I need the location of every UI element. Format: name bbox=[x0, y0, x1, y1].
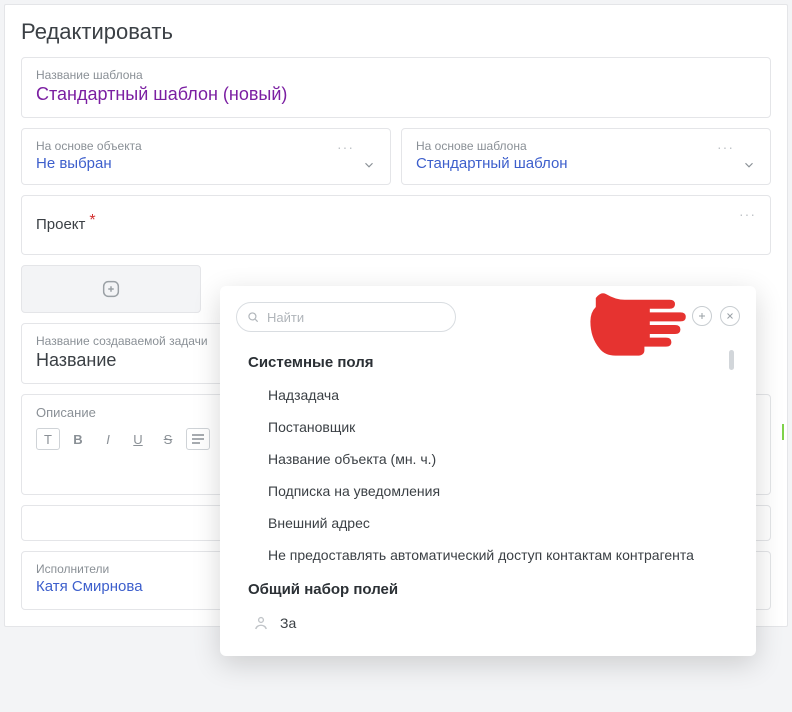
rte-underline-button[interactable]: U bbox=[126, 428, 150, 450]
project-field[interactable]: ··· Проект* bbox=[21, 195, 771, 255]
base-template-field[interactable]: ··· На основе шаблона Стандартный шаблон bbox=[401, 128, 771, 185]
more-icon[interactable]: ··· bbox=[337, 139, 354, 155]
field-option[interactable]: Постановщик bbox=[236, 411, 740, 443]
rte-italic-button[interactable]: I bbox=[96, 428, 120, 450]
field-picker-popover: Системные поля Надзадача Постановщик Наз… bbox=[220, 286, 756, 656]
popover-close-button[interactable] bbox=[720, 306, 740, 326]
more-icon[interactable]: ··· bbox=[739, 206, 756, 222]
group-title-common: Общий набор полей bbox=[248, 581, 740, 598]
field-option[interactable]: Не предоставлять автоматический доступ к… bbox=[236, 539, 740, 571]
rte-bold-button[interactable]: B bbox=[66, 428, 90, 450]
field-option[interactable]: Подписка на уведомления bbox=[236, 475, 740, 507]
field-option[interactable]: Название объекта (мн. ч.) bbox=[236, 443, 740, 475]
field-option-label: За bbox=[280, 615, 296, 631]
base-template-value: Стандартный шаблон bbox=[416, 155, 756, 172]
chevron-down-icon[interactable] bbox=[362, 158, 376, 172]
accent-sliver bbox=[782, 424, 784, 440]
base-object-label: На основе объекта bbox=[36, 139, 376, 153]
more-icon[interactable]: ··· bbox=[717, 139, 734, 155]
popover-scroll[interactable]: Системные поля Надзадача Постановщик Наз… bbox=[236, 344, 740, 654]
field-option[interactable]: Внешний адрес bbox=[236, 507, 740, 539]
chevron-down-icon[interactable] bbox=[742, 158, 756, 172]
project-label: Проект bbox=[36, 216, 85, 233]
scrollbar-thumb[interactable] bbox=[729, 350, 734, 370]
base-object-value: Не выбран bbox=[36, 155, 376, 172]
group-title-system: Системные поля bbox=[248, 354, 740, 371]
person-icon bbox=[252, 614, 270, 632]
search-icon bbox=[246, 310, 260, 324]
field-option[interactable]: Надзадача bbox=[236, 379, 740, 411]
rte-text-button[interactable]: T bbox=[36, 428, 60, 450]
rte-strike-button[interactable]: S bbox=[156, 428, 180, 450]
field-option-user[interactable]: За bbox=[236, 606, 740, 640]
add-field-tile[interactable] bbox=[21, 265, 201, 313]
search-input[interactable] bbox=[236, 302, 456, 332]
rte-align-button[interactable] bbox=[186, 428, 210, 450]
template-name-label: Название шаблона bbox=[36, 68, 756, 82]
base-template-label: На основе шаблона bbox=[416, 139, 756, 153]
template-name-value: Стандартный шаблон (новый) bbox=[36, 84, 756, 105]
base-object-field[interactable]: ··· На основе объекта Не выбран bbox=[21, 128, 391, 185]
page-title: Редактировать bbox=[21, 19, 771, 45]
popover-add-button[interactable] bbox=[692, 306, 712, 326]
template-name-field[interactable]: Название шаблона Стандартный шаблон (нов… bbox=[21, 57, 771, 118]
required-star-icon: * bbox=[89, 212, 95, 229]
